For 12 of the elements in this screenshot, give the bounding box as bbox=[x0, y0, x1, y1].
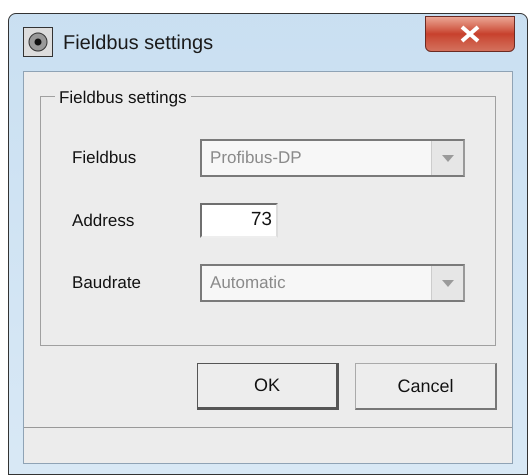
window-title: Fieldbus settings bbox=[63, 31, 214, 56]
address-field[interactable]: 73 bbox=[200, 203, 278, 238]
field-label: Address bbox=[72, 210, 136, 232]
dialog-button[interactable]: OK bbox=[197, 363, 339, 410]
close-button[interactable] bbox=[425, 16, 515, 52]
app-icon bbox=[23, 27, 53, 57]
field-label: Fieldbus bbox=[72, 147, 138, 170]
dialog-button[interactable]: Cancel bbox=[355, 363, 497, 410]
caret-icon bbox=[431, 266, 463, 300]
field-label: Baudrate bbox=[72, 272, 142, 294]
caret-icon bbox=[431, 141, 463, 175]
close-icon bbox=[459, 25, 481, 43]
